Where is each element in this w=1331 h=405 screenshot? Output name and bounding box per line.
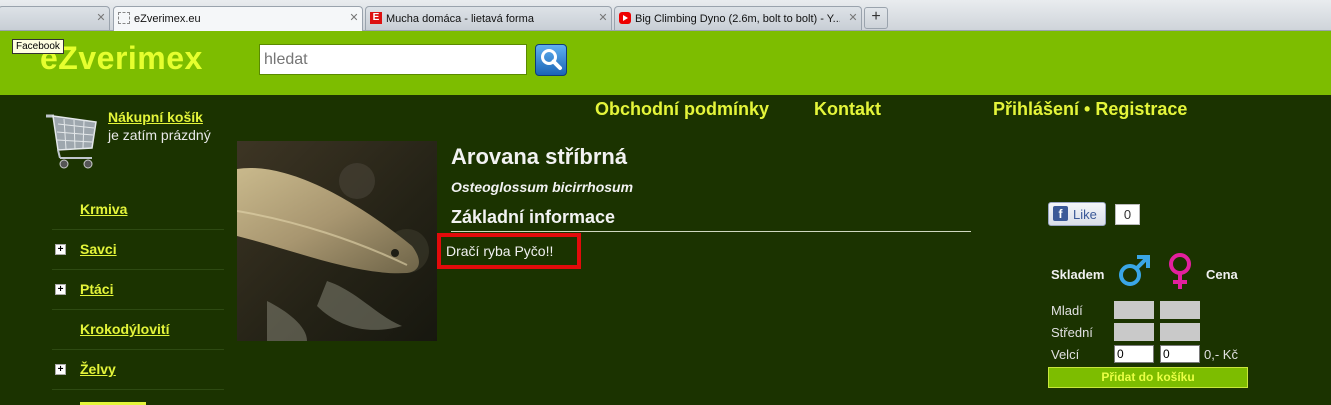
browser-tab-1[interactable]: ✕	[0, 6, 110, 30]
youtube-icon	[619, 12, 631, 24]
row-label-large: Velcí	[1051, 347, 1080, 362]
sidebar-item-label[interactable]: Krmiva	[80, 201, 127, 217]
search-icon	[541, 49, 562, 70]
female-icon	[1162, 251, 1198, 291]
large-price: 0,- Kč	[1204, 347, 1238, 362]
row-label-medium: Střední	[1051, 325, 1093, 340]
male-icon	[1116, 253, 1152, 289]
new-tab-button[interactable]: +	[864, 7, 888, 29]
male-medium-unavailable	[1114, 323, 1154, 341]
like-count: 0	[1115, 204, 1140, 225]
sidebar-item-label[interactable]: Želvy	[80, 361, 116, 377]
close-icon[interactable]: ✕	[847, 12, 859, 24]
product-photo	[236, 141, 437, 341]
add-to-cart-button[interactable]: Přidat do košíku	[1048, 367, 1248, 388]
nav-login-register-link[interactable]: Přihlášení • Registrace	[993, 99, 1187, 120]
close-icon[interactable]: ✕	[597, 12, 609, 24]
tab-title: Mucha domáca - lietavá forma	[386, 13, 534, 25]
sidebar-item-zelvy[interactable]: + Želvy	[52, 349, 224, 390]
search-input[interactable]	[259, 44, 527, 75]
sidebar-item-label[interactable]: Savci	[80, 241, 117, 257]
price-label: Cena	[1206, 267, 1238, 282]
facebook-like-button[interactable]: f Like	[1048, 202, 1106, 226]
browser-tab-2[interactable]: eZverimex.eu ✕	[113, 6, 363, 31]
sidebar-item-label[interactable]: Ptáci	[80, 281, 113, 297]
cart-link[interactable]: Nákupní košík	[108, 109, 203, 125]
shopping-cart-icon[interactable]	[44, 110, 100, 172]
male-large-qty-input[interactable]	[1114, 345, 1154, 363]
close-icon[interactable]: ✕	[95, 12, 107, 24]
info-divider	[451, 231, 971, 232]
info-heading: Základní informace	[451, 207, 616, 227]
product-latin-name: Osteoglossum bicirrhosum	[451, 179, 634, 195]
expand-plus-icon[interactable]: +	[55, 284, 66, 295]
tab-title: Big Climbing Dyno (2.6m, bolt to bolt) -…	[635, 13, 840, 25]
search-button[interactable]	[535, 44, 567, 76]
sidebar-item-label[interactable]: Krokodýlovití	[80, 321, 169, 337]
browser-tab-3[interactable]: E Mucha domáca - lietavá forma ✕	[365, 6, 612, 30]
product-name: Arovana stříbrná	[451, 144, 628, 169]
tab-title: eZverimex.eu	[134, 13, 201, 25]
sidebar-item-savci[interactable]: + Savci	[52, 229, 224, 270]
close-icon[interactable]: ✕	[348, 12, 360, 24]
female-young-unavailable	[1160, 301, 1200, 319]
site-logo[interactable]: eZverimex	[40, 40, 203, 77]
facebook-icon: f	[1053, 206, 1068, 221]
e-logo-icon: E	[370, 12, 382, 24]
facebook-tooltip: Facebook	[12, 39, 64, 54]
female-medium-unavailable	[1160, 323, 1200, 341]
cart-status: je zatím prázdný	[108, 127, 211, 143]
male-young-unavailable	[1114, 301, 1154, 319]
product-description: Dračí ryba Pyčo!!	[446, 243, 554, 259]
expand-plus-icon[interactable]: +	[55, 364, 66, 375]
female-large-qty-input[interactable]	[1160, 345, 1200, 363]
nav-terms-link[interactable]: Obchodní podmínky	[595, 99, 769, 120]
stock-label: Skladem	[1051, 267, 1105, 282]
sidebar-item-krmiva[interactable]: Krmiva	[52, 189, 224, 230]
sidebar-item-partial	[80, 398, 150, 405]
blank-page-icon	[118, 12, 130, 24]
browser-tab-4[interactable]: Big Climbing Dyno (2.6m, bolt to bolt) -…	[614, 6, 862, 30]
sidebar-item-ptaci[interactable]: + Ptáci	[52, 269, 224, 310]
row-label-young: Mladí	[1051, 303, 1083, 318]
sidebar-item-krokodylovite[interactable]: Krokodýlovití	[52, 309, 224, 350]
nav-contact-link[interactable]: Kontakt	[814, 99, 881, 120]
expand-plus-icon[interactable]: +	[55, 244, 66, 255]
like-label: Like	[1073, 207, 1097, 222]
